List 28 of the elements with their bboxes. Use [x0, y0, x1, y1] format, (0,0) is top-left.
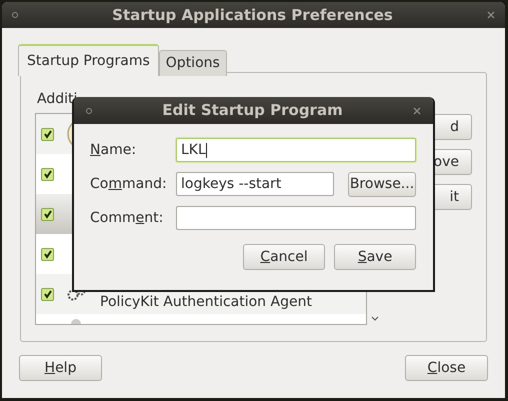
tab[interactable]: Startup Programs — [18, 44, 159, 76]
checkbox[interactable] — [41, 128, 54, 140]
power-icon — [71, 319, 81, 324]
close-icon[interactable] — [487, 11, 495, 19]
checkbox[interactable] — [41, 208, 54, 220]
field-label: Command: — [90, 174, 168, 194]
window-menu-icon[interactable] — [86, 108, 92, 114]
window-menu-icon[interactable] — [12, 12, 18, 18]
window-title: Startup Applications Preferences — [111, 4, 394, 26]
tab[interactable]: Options — [158, 50, 227, 76]
field-label: Comment: — [90, 208, 164, 228]
close-icon[interactable] — [413, 106, 421, 114]
checkbox[interactable] — [41, 168, 54, 180]
cancel-button[interactable]: Cancel — [243, 244, 325, 270]
help-button[interactable]: Help — [19, 355, 102, 381]
name-field[interactable]: LKL — [176, 138, 416, 162]
scroll-down-icon[interactable] — [371, 316, 379, 321]
browse-button[interactable]: Browse... — [348, 172, 416, 196]
field-label: Name: — [90, 140, 138, 160]
dialog-title: Edit Startup Program — [161, 100, 344, 122]
close-button[interactable]: Close — [405, 355, 488, 381]
checkbox[interactable] — [41, 288, 54, 300]
command-field[interactable]: logkeys --start — [176, 172, 334, 196]
program-name: PolicyKit Authentication Agent — [100, 292, 312, 312]
checkbox[interactable] — [41, 248, 54, 260]
save-button[interactable]: Save — [334, 244, 416, 270]
comment-field[interactable] — [176, 206, 416, 230]
list-label: Additi — [37, 90, 78, 109]
